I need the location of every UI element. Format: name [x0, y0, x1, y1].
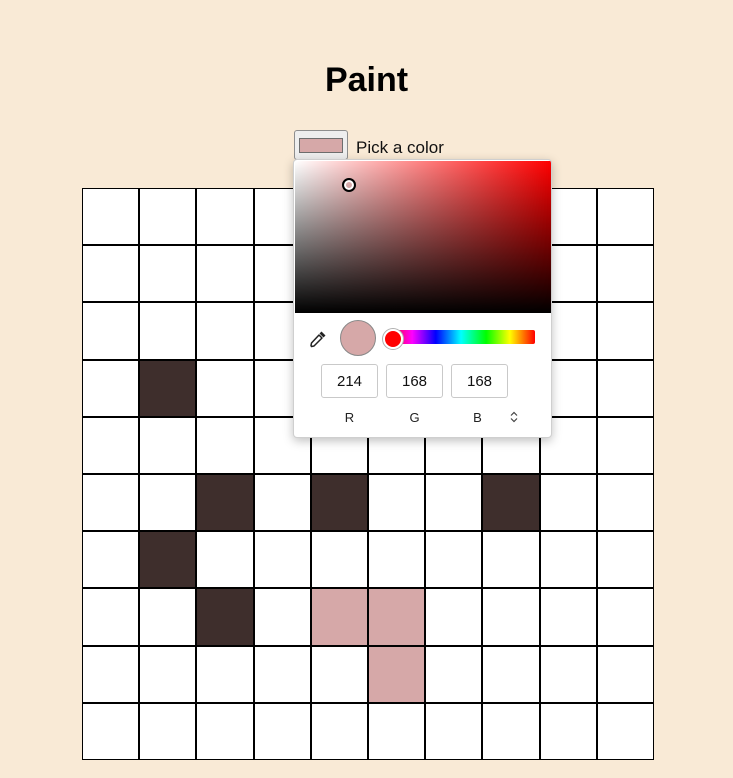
grid-cell[interactable] [311, 532, 367, 588]
grid-cell[interactable] [197, 475, 253, 531]
hue-slider[interactable] [387, 330, 535, 344]
grid-cell[interactable] [140, 646, 196, 702]
grid-cell[interactable] [83, 360, 139, 416]
grid-cell[interactable] [254, 475, 310, 531]
green-input[interactable] [386, 364, 443, 398]
grid-cell[interactable] [140, 532, 196, 588]
grid-cell[interactable] [597, 475, 653, 531]
grid-cell[interactable] [140, 360, 196, 416]
grid-cell[interactable] [311, 475, 367, 531]
color-picker-control: Pick a color [294, 130, 444, 160]
current-color-swatch [299, 137, 343, 153]
grid-cell[interactable] [197, 589, 253, 645]
grid-cell[interactable] [197, 189, 253, 245]
grid-cell[interactable] [540, 646, 596, 702]
grid-cell[interactable] [540, 703, 596, 759]
hue-slider-thumb[interactable] [383, 329, 403, 349]
grid-cell[interactable] [597, 589, 653, 645]
saturation-value-area[interactable] [295, 161, 551, 313]
grid-cell[interactable] [597, 417, 653, 473]
grid-cell[interactable] [483, 589, 539, 645]
grid-cell[interactable] [140, 303, 196, 359]
grid-cell[interactable] [83, 703, 139, 759]
color-preview [340, 320, 376, 356]
grid-cell[interactable] [597, 532, 653, 588]
color-picker-popup: R G B [293, 159, 552, 438]
grid-cell[interactable] [597, 189, 653, 245]
grid-cell[interactable] [483, 646, 539, 702]
grid-cell[interactable] [254, 532, 310, 588]
grid-cell[interactable] [140, 475, 196, 531]
grid-cell[interactable] [197, 246, 253, 302]
grid-cell[interactable] [83, 475, 139, 531]
grid-cell[interactable] [483, 703, 539, 759]
grid-cell[interactable] [83, 246, 139, 302]
grid-cell[interactable] [483, 532, 539, 588]
paint-app: Paint Pick a color R G B [0, 0, 733, 778]
grid-cell[interactable] [483, 475, 539, 531]
grid-cell[interactable] [140, 417, 196, 473]
grid-cell[interactable] [540, 532, 596, 588]
grid-cell[interactable] [83, 646, 139, 702]
blue-label: B [473, 410, 482, 425]
grid-cell[interactable] [311, 589, 367, 645]
grid-cell[interactable] [83, 189, 139, 245]
grid-cell[interactable] [597, 703, 653, 759]
color-picker-label: Pick a color [356, 138, 444, 157]
grid-cell[interactable] [426, 646, 482, 702]
grid-cell[interactable] [426, 589, 482, 645]
grid-cell[interactable] [140, 589, 196, 645]
grid-cell[interactable] [369, 475, 425, 531]
green-label: G [409, 410, 420, 425]
grid-cell[interactable] [197, 532, 253, 588]
grid-cell[interactable] [426, 532, 482, 588]
grid-cell[interactable] [311, 703, 367, 759]
grid-cell[interactable] [83, 303, 139, 359]
grid-cell[interactable] [597, 360, 653, 416]
grid-cell[interactable] [254, 703, 310, 759]
grid-cell[interactable] [311, 646, 367, 702]
grid-cell[interactable] [369, 703, 425, 759]
grid-cell[interactable] [140, 246, 196, 302]
grid-cell[interactable] [369, 646, 425, 702]
grid-cell[interactable] [597, 646, 653, 702]
grid-cell[interactable] [369, 589, 425, 645]
grid-cell[interactable] [83, 532, 139, 588]
grid-cell[interactable] [140, 703, 196, 759]
red-input[interactable] [321, 364, 378, 398]
page-title: Paint [324, 61, 409, 99]
grid-cell[interactable] [140, 189, 196, 245]
grid-cell[interactable] [254, 589, 310, 645]
grid-cell[interactable] [197, 360, 253, 416]
grid-cell[interactable] [254, 646, 310, 702]
eyedropper-icon[interactable] [308, 329, 328, 349]
chevron-up-down-icon[interactable] [508, 409, 520, 425]
grid-cell[interactable] [540, 475, 596, 531]
grid-cell[interactable] [540, 589, 596, 645]
color-swatch-button[interactable] [294, 130, 348, 160]
grid-cell[interactable] [426, 475, 482, 531]
grid-cell[interactable] [197, 646, 253, 702]
grid-cell[interactable] [197, 417, 253, 473]
grid-cell[interactable] [197, 703, 253, 759]
red-label: R [344, 410, 355, 425]
grid-cell[interactable] [369, 532, 425, 588]
blue-input[interactable] [451, 364, 508, 398]
grid-cell[interactable] [597, 303, 653, 359]
grid-cell[interactable] [197, 303, 253, 359]
grid-cell[interactable] [426, 703, 482, 759]
grid-cell[interactable] [83, 417, 139, 473]
saturation-value-handle[interactable] [342, 178, 356, 192]
grid-cell[interactable] [83, 589, 139, 645]
grid-cell[interactable] [597, 246, 653, 302]
